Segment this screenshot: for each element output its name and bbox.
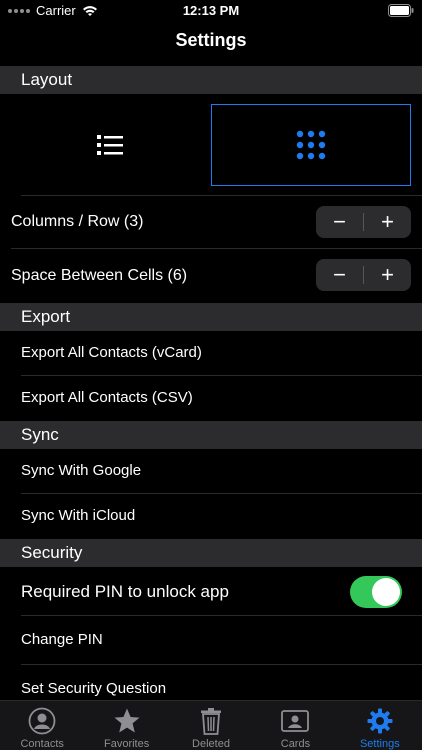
tab-deleted[interactable]: Deleted (169, 701, 253, 750)
columns-label: Columns / Row (3) (11, 213, 144, 230)
columns-decrement-button[interactable]: − (316, 206, 363, 238)
sync-icloud-row[interactable]: Sync With iCloud (0, 494, 422, 538)
spacing-row: Space Between Cells (6) − + (0, 249, 422, 302)
sync-google-label: Sync With Google (21, 462, 142, 479)
status-time: 12:13 PM (182, 3, 240, 18)
grid-icon (296, 130, 326, 160)
sync-google-row[interactable]: Sync With Google (0, 449, 422, 493)
battery-icon (388, 4, 414, 17)
person-icon (28, 707, 56, 734)
trash-icon (201, 707, 222, 735)
export-vcard-label: Export All Contacts (vCard) (21, 344, 202, 361)
gear-icon (367, 708, 393, 733)
card-icon (281, 709, 310, 732)
pin-required-label: Required PIN to unlock app (21, 582, 229, 601)
spacing-stepper: − + (316, 259, 411, 291)
pin-required-row: Required PIN to unlock app (0, 567, 422, 615)
columns-row: Columns / Row (3) − + (0, 196, 422, 248)
layout-options (0, 94, 422, 196)
section-header-export: Export (0, 303, 422, 331)
security-question-row[interactable]: Set Security Question (0, 665, 422, 701)
section-header-sync: Sync (0, 421, 422, 449)
pin-required-toggle[interactable] (350, 576, 402, 608)
tab-label: Favorites (103, 738, 150, 750)
tab-cards[interactable]: Cards (253, 701, 337, 750)
section-header-security: Security (0, 539, 422, 567)
columns-increment-button[interactable]: + (364, 206, 411, 238)
tab-label: Cards (280, 738, 311, 750)
export-csv-row[interactable]: Export All Contacts (CSV) (0, 376, 422, 420)
star-icon (114, 708, 140, 732)
grid-layout-option[interactable] (211, 104, 411, 186)
tab-contacts[interactable]: Contacts (0, 701, 84, 750)
change-pin-row[interactable]: Change PIN (0, 616, 422, 664)
spacing-decrement-button[interactable]: − (316, 259, 363, 291)
sync-icloud-label: Sync With iCloud (21, 507, 136, 524)
export-vcard-row[interactable]: Export All Contacts (vCard) (0, 331, 422, 375)
columns-stepper: − + (316, 206, 411, 238)
security-question-label: Set Security Question (21, 680, 167, 697)
tab-favorites[interactable]: Favorites (84, 701, 168, 750)
tab-bar: Contacts Favorites Deleted Cards Setting… (0, 700, 422, 750)
tab-label: Settings (359, 738, 400, 750)
status-bar: Carrier 12:13 PM (0, 0, 422, 22)
spacing-label: Space Between Cells (6) (11, 267, 188, 284)
tab-label: Deleted (192, 738, 230, 750)
toggle-knob (372, 578, 400, 606)
list-icon (97, 135, 123, 155)
section-header-layout: Layout (0, 66, 422, 94)
tab-settings[interactable]: Settings (338, 701, 422, 750)
page-title: Settings (175, 30, 247, 50)
tab-label: Contacts (20, 738, 64, 750)
spacing-increment-button[interactable]: + (364, 259, 411, 291)
export-csv-label: Export All Contacts (CSV) (21, 389, 193, 406)
change-pin-label: Change PIN (21, 631, 103, 648)
list-layout-option[interactable] (10, 104, 210, 186)
